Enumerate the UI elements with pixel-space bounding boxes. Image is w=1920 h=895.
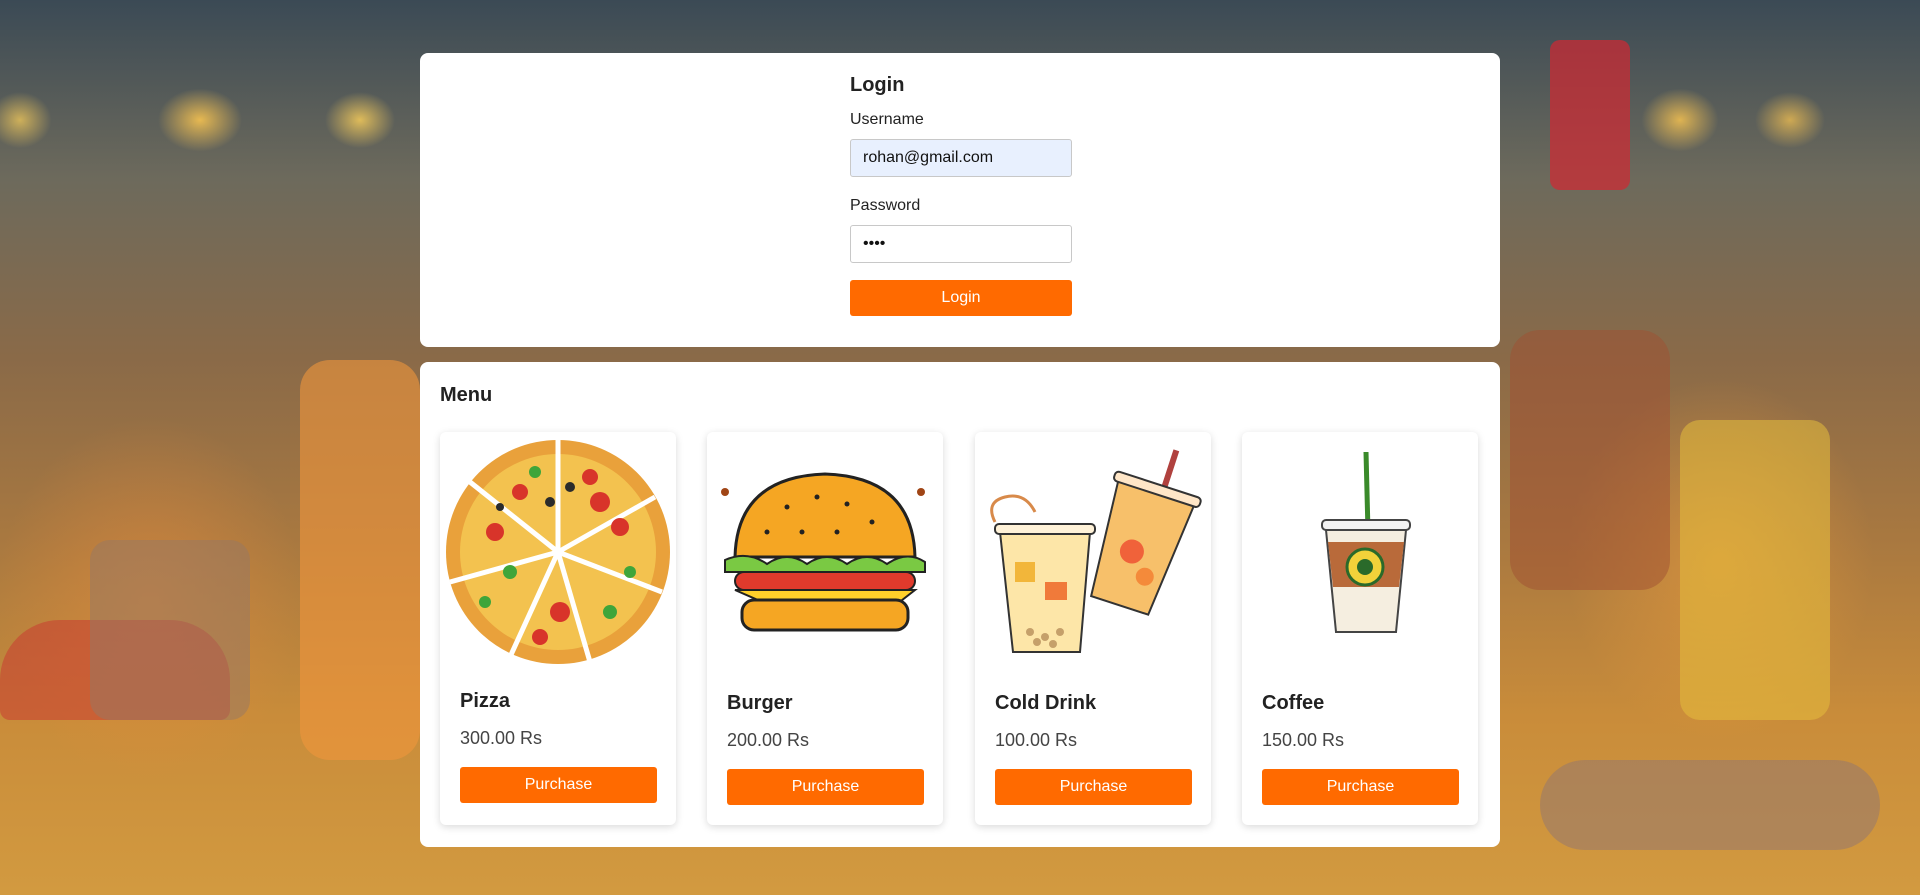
purchase-button-cold-drink[interactable]: Purchase: [995, 769, 1192, 805]
menu-item-price: 150.00 Rs: [1262, 730, 1345, 750]
menu-card-burger: Burger 200.00 Rs Purchase: [707, 432, 943, 825]
purchase-button-pizza[interactable]: Purchase: [460, 767, 657, 803]
menu-item-name: Burger: [727, 692, 793, 714]
cold-drink-image: [990, 449, 1202, 653]
menu-panel: Menu Pizza 300.00 Rs Purchase Burger 200…: [420, 362, 1500, 847]
burger-image: [721, 472, 926, 632]
login-button[interactable]: Login: [850, 280, 1072, 316]
login-title: Login: [850, 74, 905, 96]
menu-title: Menu: [440, 384, 493, 406]
menu-card-pizza: Pizza 300.00 Rs Purchase: [440, 432, 676, 825]
pizza-image: [446, 440, 670, 664]
menu-item-name: Coffee: [1262, 692, 1325, 714]
coffee-image: [1321, 451, 1411, 633]
username-input[interactable]: [850, 139, 1072, 177]
login-panel: Login Username Password Login: [420, 53, 1500, 347]
purchase-button-burger[interactable]: Purchase: [727, 769, 924, 805]
menu-item-name: Pizza: [460, 690, 511, 712]
login-form: Login Username Password Login: [850, 74, 1072, 316]
menu-item-price: 300.00 Rs: [460, 728, 543, 748]
password-input[interactable]: [850, 225, 1072, 263]
menu-card-coffee: Coffee 150.00 Rs Purchase: [1242, 432, 1478, 825]
menu-item-name: Cold Drink: [995, 692, 1097, 714]
menu-item-price: 200.00 Rs: [727, 730, 810, 750]
password-label: Password: [850, 197, 921, 214]
username-label: Username: [850, 111, 924, 128]
menu-item-price: 100.00 Rs: [995, 730, 1078, 750]
purchase-button-coffee[interactable]: Purchase: [1262, 769, 1459, 805]
menu-card-cold-drink: Cold Drink 100.00 Rs Purchase: [975, 432, 1211, 825]
